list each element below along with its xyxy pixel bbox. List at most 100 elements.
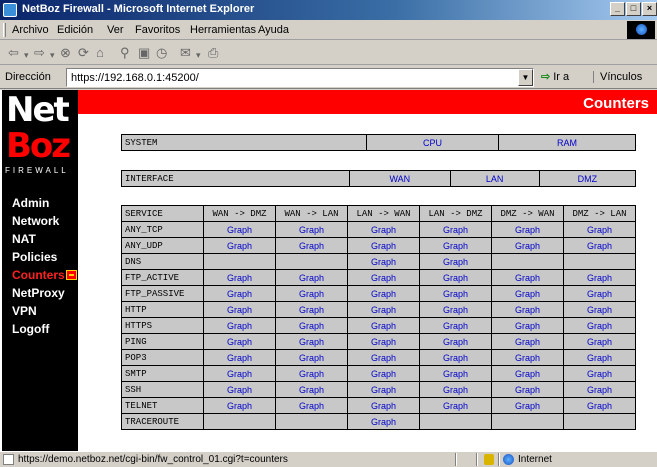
interface-wan-link[interactable]: WAN bbox=[349, 170, 451, 187]
graph-link[interactable]: Graph bbox=[275, 301, 348, 318]
graph-link[interactable]: Graph bbox=[563, 237, 636, 254]
graph-link[interactable]: Graph bbox=[347, 349, 420, 366]
graph-link[interactable]: Graph bbox=[563, 365, 636, 382]
graph-link[interactable]: Graph bbox=[563, 269, 636, 286]
search-icon[interactable]: ⚲ bbox=[120, 45, 130, 61]
go-button[interactable]: ⇨ Ir a bbox=[541, 70, 569, 83]
graph-link[interactable]: Graph bbox=[275, 365, 348, 382]
graph-link[interactable]: Graph bbox=[419, 301, 492, 318]
address-input[interactable]: https://192.168.0.1:45200/ ▼ bbox=[66, 68, 534, 87]
stop-icon[interactable]: ⊗ bbox=[60, 45, 71, 61]
menu-ayuda[interactable]: Ayuda bbox=[258, 24, 289, 36]
graph-link[interactable]: Graph bbox=[419, 221, 492, 238]
nav-policies[interactable]: Policies bbox=[2, 248, 78, 266]
graph-link[interactable]: Graph bbox=[203, 301, 276, 318]
graph-link[interactable]: Graph bbox=[491, 285, 564, 302]
graph-link[interactable]: Graph bbox=[491, 269, 564, 286]
graph-link[interactable]: Graph bbox=[419, 333, 492, 350]
graph-link[interactable]: Graph bbox=[275, 381, 348, 398]
back-dropdown-icon[interactable]: ▾ bbox=[24, 47, 29, 63]
graph-link[interactable]: Graph bbox=[563, 397, 636, 414]
maximize-button[interactable]: □ bbox=[626, 2, 641, 16]
graph-link[interactable]: Graph bbox=[419, 349, 492, 366]
graph-link[interactable]: Graph bbox=[491, 397, 564, 414]
graph-link[interactable]: Graph bbox=[203, 365, 276, 382]
graph-link[interactable]: Graph bbox=[347, 413, 420, 430]
graph-link[interactable]: Graph bbox=[275, 349, 348, 366]
graph-link[interactable]: Graph bbox=[419, 397, 492, 414]
nav-nat[interactable]: NAT bbox=[2, 230, 78, 248]
graph-link[interactable]: Graph bbox=[275, 333, 348, 350]
graph-link[interactable]: Graph bbox=[275, 285, 348, 302]
graph-link[interactable]: Graph bbox=[275, 269, 348, 286]
nav-vpn[interactable]: VPN bbox=[2, 302, 78, 320]
nav-netproxy[interactable]: NetProxy bbox=[2, 284, 78, 302]
graph-link[interactable]: Graph bbox=[203, 349, 276, 366]
graph-link[interactable]: Graph bbox=[563, 301, 636, 318]
interface-lan-link[interactable]: LAN bbox=[449, 170, 540, 187]
graph-link[interactable]: Graph bbox=[347, 301, 420, 318]
graph-link[interactable]: Graph bbox=[419, 317, 492, 334]
graph-link[interactable]: Graph bbox=[491, 381, 564, 398]
print-icon[interactable]: ⎙ bbox=[208, 45, 218, 61]
graph-link[interactable]: Graph bbox=[347, 221, 420, 238]
home-icon[interactable]: ⌂ bbox=[96, 45, 104, 61]
graph-link[interactable]: Graph bbox=[203, 381, 276, 398]
graph-link[interactable]: Graph bbox=[347, 269, 420, 286]
graph-link[interactable]: Graph bbox=[491, 317, 564, 334]
graph-link[interactable]: Graph bbox=[419, 253, 492, 270]
interface-dmz-link[interactable]: DMZ bbox=[538, 170, 637, 187]
graph-link[interactable]: Graph bbox=[203, 317, 276, 334]
favorites-icon[interactable]: ▣ bbox=[138, 45, 150, 61]
graph-link[interactable]: Graph bbox=[491, 301, 564, 318]
graph-link[interactable]: Graph bbox=[347, 381, 420, 398]
graph-link[interactable]: Graph bbox=[347, 365, 420, 382]
nav-counters[interactable]: Counters bbox=[2, 266, 78, 284]
graph-link[interactable]: Graph bbox=[419, 285, 492, 302]
menubar-grip[interactable] bbox=[3, 23, 6, 37]
graph-link[interactable]: Graph bbox=[419, 237, 492, 254]
menu-edicion[interactable]: Edición bbox=[57, 24, 93, 36]
graph-link[interactable]: Graph bbox=[419, 365, 492, 382]
graph-link[interactable]: Graph bbox=[347, 333, 420, 350]
graph-link[interactable]: Graph bbox=[275, 317, 348, 334]
graph-link[interactable]: Graph bbox=[347, 285, 420, 302]
menu-archivo[interactable]: Archivo bbox=[12, 24, 49, 36]
graph-link[interactable]: Graph bbox=[563, 333, 636, 350]
menu-ver[interactable]: Ver bbox=[107, 24, 124, 36]
graph-link[interactable]: Graph bbox=[563, 381, 636, 398]
graph-link[interactable]: Graph bbox=[347, 237, 420, 254]
nav-admin[interactable]: Admin bbox=[2, 194, 78, 212]
graph-link[interactable]: Graph bbox=[563, 349, 636, 366]
graph-link[interactable]: Graph bbox=[347, 253, 420, 270]
mail-icon[interactable]: ✉ bbox=[180, 45, 191, 61]
graph-link[interactable]: Graph bbox=[491, 237, 564, 254]
mail-dropdown-icon[interactable]: ▾ bbox=[196, 47, 201, 63]
forward-icon[interactable]: ⇨ bbox=[34, 45, 45, 61]
address-dropdown-icon[interactable]: ▼ bbox=[518, 69, 533, 86]
refresh-icon[interactable]: ⟳ bbox=[78, 45, 89, 61]
graph-link[interactable]: Graph bbox=[203, 397, 276, 414]
graph-link[interactable]: Graph bbox=[203, 285, 276, 302]
graph-link[interactable]: Graph bbox=[347, 317, 420, 334]
back-icon[interactable]: ⇦ bbox=[8, 45, 19, 61]
graph-link[interactable]: Graph bbox=[419, 269, 492, 286]
close-button[interactable]: × bbox=[642, 2, 657, 16]
menu-favoritos[interactable]: Favoritos bbox=[135, 24, 180, 36]
system-ram-link[interactable]: RAM bbox=[498, 134, 636, 151]
graph-link[interactable]: Graph bbox=[347, 397, 420, 414]
history-icon[interactable]: ◷ bbox=[156, 45, 167, 61]
graph-link[interactable]: Graph bbox=[491, 333, 564, 350]
graph-link[interactable]: Graph bbox=[203, 221, 276, 238]
graph-link[interactable]: Graph bbox=[563, 317, 636, 334]
graph-link[interactable]: Graph bbox=[203, 237, 276, 254]
graph-link[interactable]: Graph bbox=[491, 221, 564, 238]
graph-link[interactable]: Graph bbox=[563, 221, 636, 238]
forward-dropdown-icon[interactable]: ▾ bbox=[50, 47, 55, 63]
nav-network[interactable]: Network bbox=[2, 212, 78, 230]
graph-link[interactable]: Graph bbox=[491, 365, 564, 382]
graph-link[interactable]: Graph bbox=[419, 381, 492, 398]
graph-link[interactable]: Graph bbox=[563, 285, 636, 302]
menu-herramientas[interactable]: Herramientas bbox=[190, 24, 256, 36]
minimize-button[interactable]: _ bbox=[610, 2, 625, 16]
